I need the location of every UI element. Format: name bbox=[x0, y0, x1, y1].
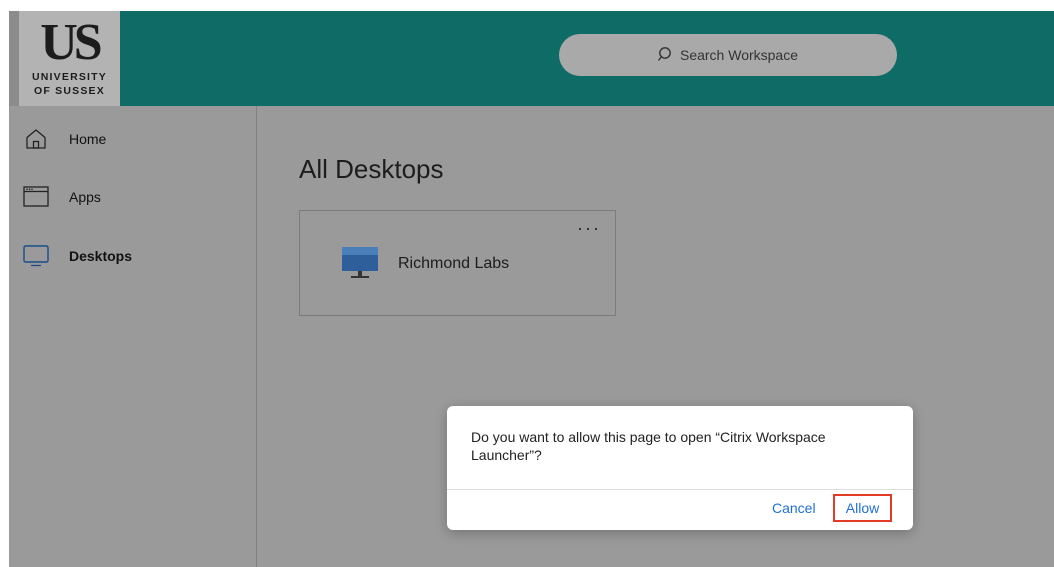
sidebar-item-label: Home bbox=[69, 131, 107, 147]
logo-text-line1: UNIVERSITY bbox=[31, 71, 107, 83]
apps-window-icon bbox=[21, 182, 69, 212]
permission-dialog: Do you want to allow this page to open “… bbox=[447, 406, 913, 530]
desktop-card-label: Richmond Labs bbox=[398, 255, 510, 272]
logo-text-line2: OF SUSSEX bbox=[34, 85, 105, 97]
sidebar-item-label: Desktops bbox=[69, 248, 133, 264]
desktop-monitor-icon bbox=[340, 245, 380, 286]
sidebar: Home Apps Desktops bbox=[9, 106, 257, 567]
allow-button[interactable]: Allow bbox=[833, 494, 892, 522]
home-icon bbox=[21, 124, 69, 154]
workspace-window: US UNIVERSITY OF SUSSEX Search Workspace bbox=[9, 11, 1054, 567]
search-icon bbox=[658, 46, 674, 65]
more-options-icon[interactable]: ··· bbox=[577, 219, 601, 237]
logo-mark: US bbox=[40, 14, 102, 71]
desktop-card[interactable]: ··· Richmond Labs bbox=[299, 210, 616, 316]
page-title: All Desktops bbox=[299, 154, 444, 184]
sidebar-item-desktops[interactable]: Desktops bbox=[21, 241, 132, 271]
top-header: US UNIVERSITY OF SUSSEX Search Workspace bbox=[9, 11, 1054, 106]
logo-badge: US UNIVERSITY OF SUSSEX bbox=[19, 11, 120, 106]
dialog-message: Do you want to allow this page to open “… bbox=[471, 429, 826, 463]
dialog-divider bbox=[447, 489, 913, 490]
cancel-button[interactable]: Cancel bbox=[772, 500, 816, 516]
search-placeholder: Search Workspace bbox=[679, 47, 798, 63]
desktop-monitor-icon bbox=[21, 241, 69, 271]
search-bar[interactable]: Search Workspace bbox=[559, 34, 897, 76]
university-logo[interactable]: US UNIVERSITY OF SUSSEX bbox=[9, 11, 120, 106]
sidebar-item-label: Apps bbox=[69, 189, 101, 205]
sidebar-item-apps[interactable]: Apps bbox=[21, 182, 101, 212]
sidebar-item-home[interactable]: Home bbox=[21, 124, 106, 154]
